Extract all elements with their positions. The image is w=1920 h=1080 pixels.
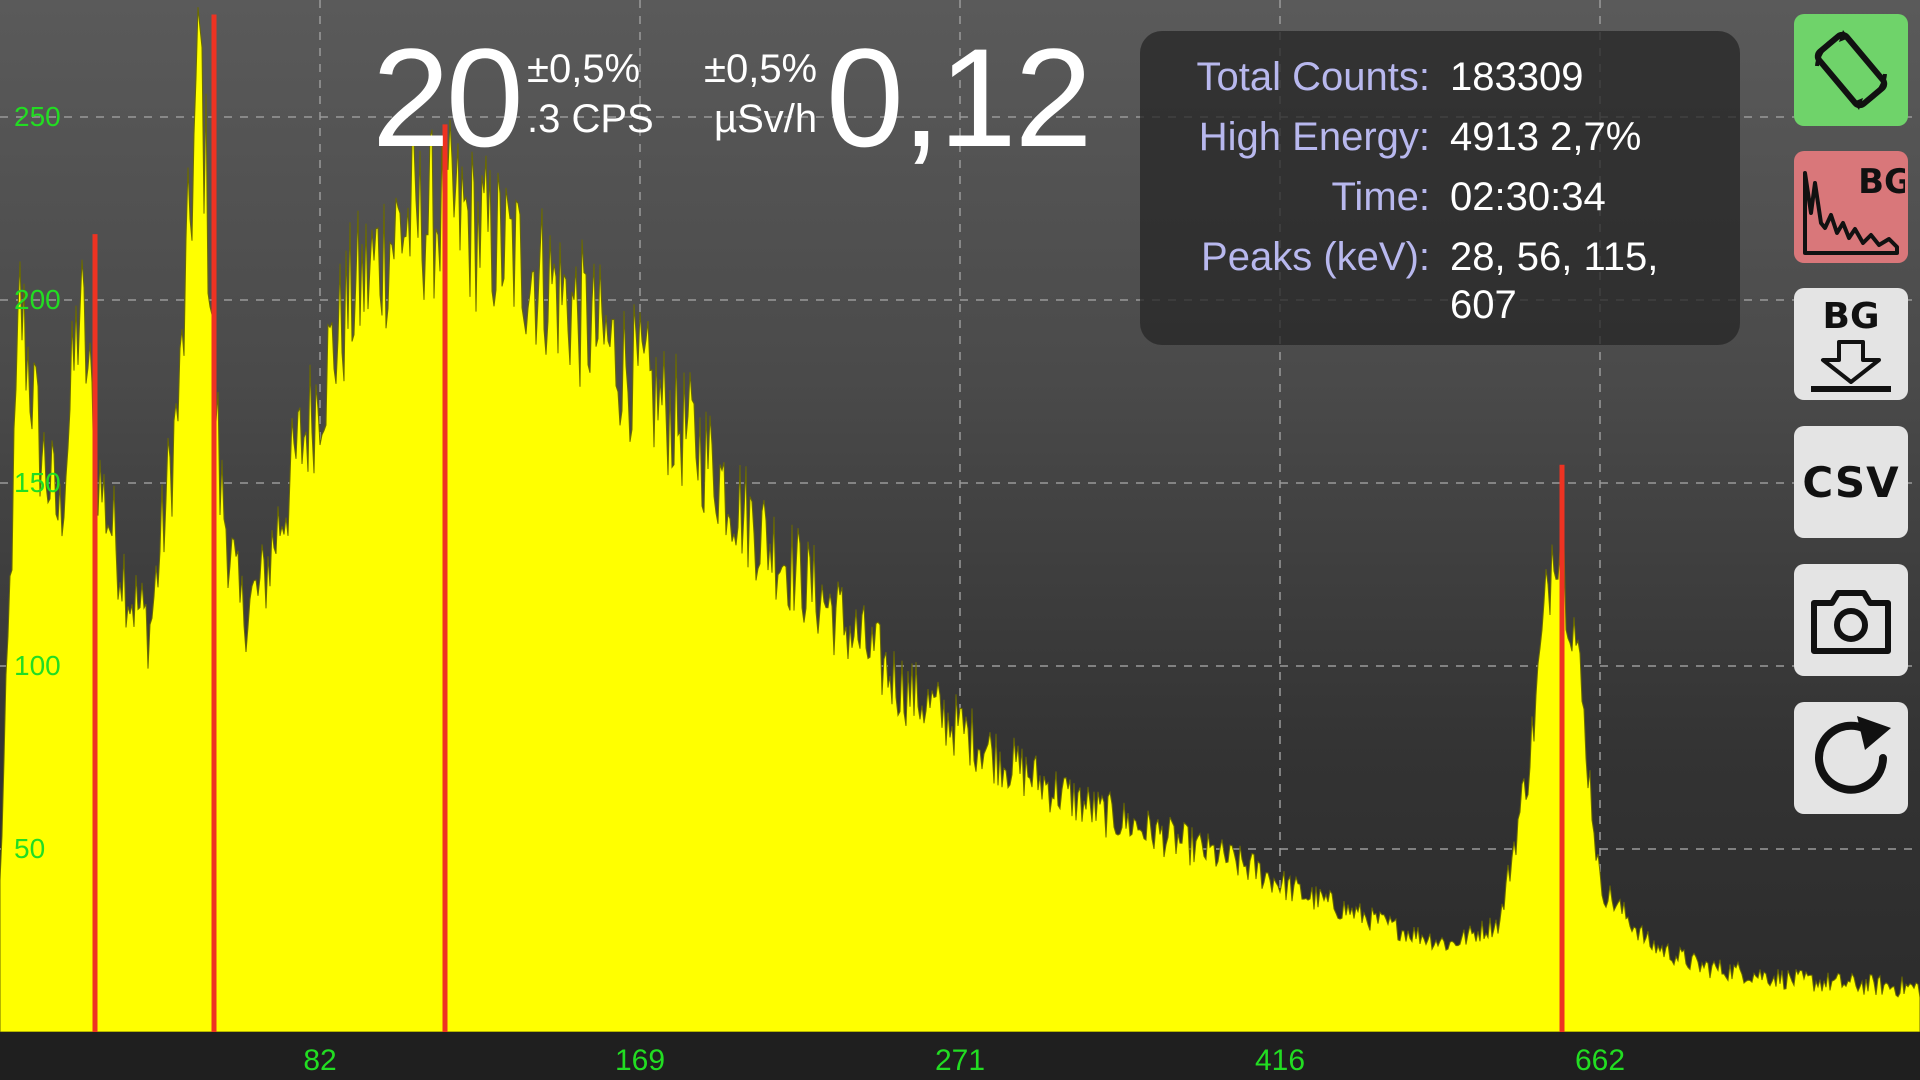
export-csv-button[interactable]: CSV [1794,426,1908,538]
time-label: Time: [1331,175,1430,219]
bg-spectrum-label: BG [1858,162,1905,202]
bg-save-label: BG [1823,296,1880,337]
refresh-icon [1815,716,1891,794]
save-background-icon: BG [1811,296,1891,392]
cps-error: ±0,5% [527,47,641,91]
cps-details: ±0,5% .3 CPS [527,44,654,144]
save-background-button[interactable]: BG [1794,288,1908,400]
x-tick-label: 271 [934,1044,986,1077]
camera-icon [1811,590,1891,654]
y-tick-label: 250 [14,101,61,132]
info-panel: Total Counts: 183309 High Energy: 4913 2… [1140,31,1740,345]
y-tick-label: 50 [14,833,46,864]
peaks-label: Peaks (keV): [1201,235,1430,279]
dose-unit: µSv/h [714,97,818,141]
spectrum-app: 50 100 150 200 250 82 169 271 416 662 20 ±0,5% .… [0,0,1920,1080]
background-spectrum-button[interactable]: BG [1794,151,1908,263]
cps-value: 20 [372,19,524,176]
peaks-value: 28, 56, 115, 607 [1450,235,1659,327]
high-energy-value: 4913 2,7% [1450,115,1642,159]
time-value: 02:30:34 [1450,175,1606,219]
dose-value: 0,12 [826,19,1092,176]
cps-unit: .3 CPS [527,97,654,141]
x-tick-label: 662 [1574,1044,1626,1077]
rotate-screen-button[interactable] [1794,14,1908,126]
dose-error: ±0,5% [704,47,818,91]
x-tick-label: 416 [1254,1044,1306,1077]
x-tick-label: 82 [303,1044,337,1077]
csv-label: CSV [1802,457,1900,507]
x-tick-label: 169 [614,1044,666,1077]
screenshot-button[interactable] [1794,564,1908,676]
dose-details: ±0,5% µSv/h [704,44,817,144]
total-counts-label: Total Counts: [1196,55,1430,99]
high-energy-label: High Energy: [1198,115,1430,159]
y-tick-label: 150 [14,467,61,498]
total-counts-value: 183309 [1450,55,1584,99]
background-spectrum-icon: BG [1803,162,1905,255]
y-tick-label: 200 [14,284,61,315]
y-tick-label: 100 [14,650,61,681]
reset-button[interactable] [1794,702,1908,814]
screen-rotation-icon [1814,30,1888,110]
